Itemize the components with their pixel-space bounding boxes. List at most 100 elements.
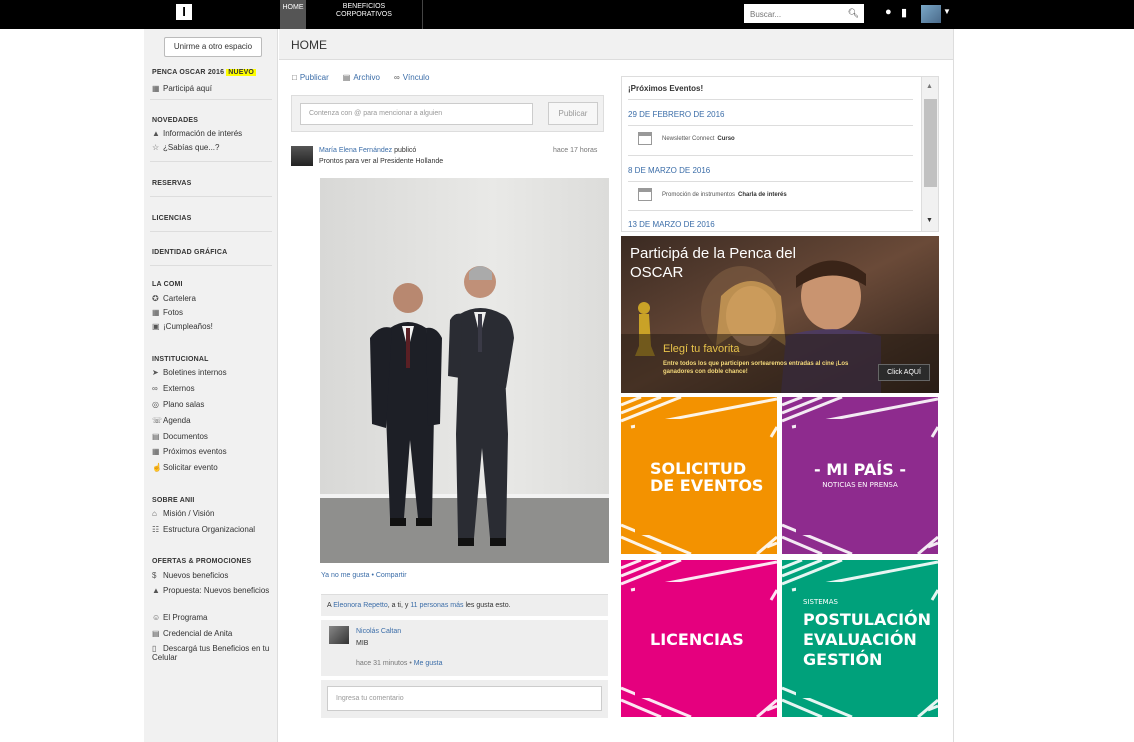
- sidebar-item-agenda[interactable]: ☏Agenda: [152, 416, 191, 425]
- comment-input[interactable]: Ingresa tu comentario: [327, 686, 602, 711]
- comment: Nicolás Caltan MIB hace 31 minutos • Me …: [321, 620, 608, 676]
- banner-cta-button[interactable]: Click AQUÍ: [878, 364, 930, 381]
- liker-link[interactable]: Eleonora Repetto: [333, 602, 387, 609]
- sidebar-item-fotos[interactable]: ▦ Fotos: [152, 308, 183, 317]
- sidebar-item-mision[interactable]: ⌂ Misión / Visión: [152, 509, 214, 518]
- scroll-up-icon[interactable]: ▲: [926, 83, 933, 90]
- sidebar-item-label: Credencial de Anita: [163, 629, 233, 638]
- page-title: HOME: [291, 38, 327, 52]
- post-text: Prontos para ver al Presidente Hollande: [319, 158, 444, 165]
- search-icon[interactable]: 🔍︎: [848, 8, 859, 19]
- nav-tab-home[interactable]: HOME: [280, 0, 306, 29]
- page-header: HOME: [279, 29, 953, 60]
- sidebar-item-programa[interactable]: ☺ El Programa: [152, 613, 207, 622]
- tile-line: POSTULACIÓN: [803, 610, 932, 629]
- sidebar-section-licencias[interactable]: LICENCIAS: [152, 215, 192, 222]
- divider: [150, 265, 272, 266]
- tile-licencias[interactable]: LICENCIAS: [621, 560, 777, 717]
- sidebar-section-sobre-anii: SOBRE ANII: [152, 497, 195, 504]
- oscar-promo-banner[interactable]: Participá de la Penca del OSCAR Elegí tu…: [621, 236, 939, 393]
- sidebar-item-proximos-eventos[interactable]: ▦ Próximos eventos: [152, 447, 227, 456]
- search-input[interactable]: [744, 5, 840, 24]
- post-author-link[interactable]: María Elena Fernández: [319, 147, 392, 154]
- hand-icon: ☝: [152, 463, 162, 472]
- sidebar-item-propuesta[interactable]: ▲ Propuesta: Nuevos beneficios: [152, 586, 272, 595]
- tile-text: POSTULACIÓN EVALUACIÓN GESTIÓN: [803, 610, 931, 670]
- composer-input[interactable]: Contenza con @ para mencionar a alguien: [300, 103, 533, 125]
- megaphone-icon: ▲: [152, 586, 160, 595]
- calendar-icon: ▦: [152, 447, 160, 456]
- publish-button[interactable]: Publicar: [548, 102, 598, 125]
- chat-icon[interactable]: ▮: [901, 6, 907, 19]
- author-avatar[interactable]: [291, 146, 313, 166]
- sidebar-section-la-comi: LA COMI: [152, 281, 183, 288]
- sidebar-item-descarga[interactable]: ▯ Descargá tus Beneficios en tu Celular: [152, 644, 276, 662]
- unlike-link[interactable]: Ya no me gusta: [321, 572, 370, 579]
- folder-icon: ▤: [152, 432, 160, 441]
- sidebar-section-identidad[interactable]: IDENTIDAD GRÁFICA: [152, 249, 227, 256]
- tile-solicitud-eventos[interactable]: SOLICITUD DE EVENTOS: [621, 397, 777, 554]
- sidebar-item-estructura[interactable]: ☷ Estructura Organizacional: [152, 525, 255, 534]
- sidebar-item-cumpleanos[interactable]: ▣ ¡Cumpleaños!: [152, 322, 213, 331]
- users-icon[interactable]: ●: [885, 6, 892, 18]
- scroll-down-icon[interactable]: ▼: [926, 217, 933, 224]
- tab-archivo[interactable]: ▤ Archivo: [343, 73, 380, 82]
- sidebar-item-label: Estructura Organizacional: [163, 525, 256, 534]
- sidebar-item-informacion[interactable]: ▲ Información de interés: [152, 129, 242, 138]
- tile-line: DE EVENTOS: [650, 476, 764, 495]
- search-box: 🔍︎: [744, 4, 864, 24]
- calendar-icon: ▦: [152, 84, 160, 93]
- sidebar-section-penca: PENCA OSCAR 2016 NUEVO: [152, 69, 257, 76]
- tile-line: SOLICITUD: [650, 459, 747, 478]
- sidebar-item-solicitar-evento[interactable]: ☝Solicitar evento: [152, 463, 218, 472]
- gift-icon: ▣: [152, 322, 160, 331]
- commenter-name[interactable]: Nicolás Caltan: [356, 628, 401, 635]
- share-link[interactable]: Compartir: [376, 572, 407, 579]
- post-photo[interactable]: [320, 178, 609, 563]
- banner-text: Entre todos los que participen sortearem…: [663, 361, 849, 375]
- plan-icon: ◎: [152, 400, 159, 409]
- commenter-avatar[interactable]: [329, 626, 349, 644]
- chevron-down-icon[interactable]: ▼: [943, 7, 951, 16]
- divider: [628, 125, 913, 126]
- sidebar-item-boletines[interactable]: ➤ Boletines internos: [152, 368, 227, 377]
- divider: [628, 99, 913, 100]
- comment-box: Ingresa tu comentario: [321, 680, 608, 718]
- divider: [628, 155, 913, 156]
- sidebar-item-label: Solicitar evento: [163, 463, 218, 472]
- event-date: 8 DE MARZO DE 2016: [628, 166, 711, 175]
- tab-publicar[interactable]: □ Publicar: [292, 73, 329, 82]
- tile-line: NOTICIAS EN PRENSA: [822, 481, 898, 489]
- tile-sistemas[interactable]: SISTEMAS POSTULACIÓN EVALUACIÓN GESTIÓN: [782, 560, 938, 717]
- mobile-icon: ▯: [152, 644, 157, 653]
- scroll-thumb[interactable]: [924, 99, 937, 187]
- likes-mid: , a ti, y: [387, 602, 409, 609]
- sidebar-item-plano[interactable]: ◎ Plano salas: [152, 400, 204, 409]
- user-avatar[interactable]: [921, 5, 941, 23]
- sidebar-item-participa[interactable]: ▦ Participá aquí: [152, 84, 212, 93]
- tile-line: EVALUACIÓN: [803, 630, 917, 649]
- events-scrollbar[interactable]: ▲ ▼: [921, 77, 938, 231]
- sidebar-item-credencial[interactable]: ▤ Credencial de Anita: [152, 629, 232, 638]
- sidebar-item-sabias[interactable]: ☆ ¿Sabías que...?: [152, 143, 219, 152]
- post-type-tabs: □ Publicar ▤ Archivo ∞ Vínculo: [292, 73, 429, 82]
- join-space-button[interactable]: Unirme a otro espacio: [164, 37, 262, 57]
- sidebar-section-reservas[interactable]: RESERVAS: [152, 180, 191, 187]
- tab-vinculo[interactable]: ∞ Vínculo: [394, 73, 429, 82]
- divider: [150, 161, 272, 162]
- sidebar-item-documentos[interactable]: ▤ Documentos: [152, 432, 208, 441]
- org-icon: ☷: [152, 525, 160, 534]
- comment-like-link[interactable]: Me gusta: [414, 660, 443, 667]
- star-icon: ☆: [152, 143, 160, 152]
- home-icon: ⌂: [152, 509, 157, 518]
- sidebar-item-cartelera[interactable]: ✪ Cartelera: [152, 294, 196, 303]
- anii-logo[interactable]: A N I I ta: [176, 4, 192, 20]
- nav-tab-beneficios[interactable]: BENEFICIOS CORPORATIVOS: [306, 0, 423, 29]
- sidebar-item-nuevos-beneficios[interactable]: $ Nuevos beneficios: [152, 571, 228, 580]
- event-item[interactable]: Newsletter Connect Curso: [638, 132, 735, 145]
- event-item[interactable]: Promoción de instrumentos Charla de inter…: [638, 188, 787, 201]
- likers-more-link[interactable]: 11 personas más: [410, 602, 463, 609]
- sidebar-item-label: Próximos eventos: [163, 447, 227, 456]
- sidebar-item-externos[interactable]: ∞ Externos: [152, 384, 195, 393]
- tile-mi-pais[interactable]: - MI PAÍS - NOTICIAS EN PRENSA: [782, 397, 938, 554]
